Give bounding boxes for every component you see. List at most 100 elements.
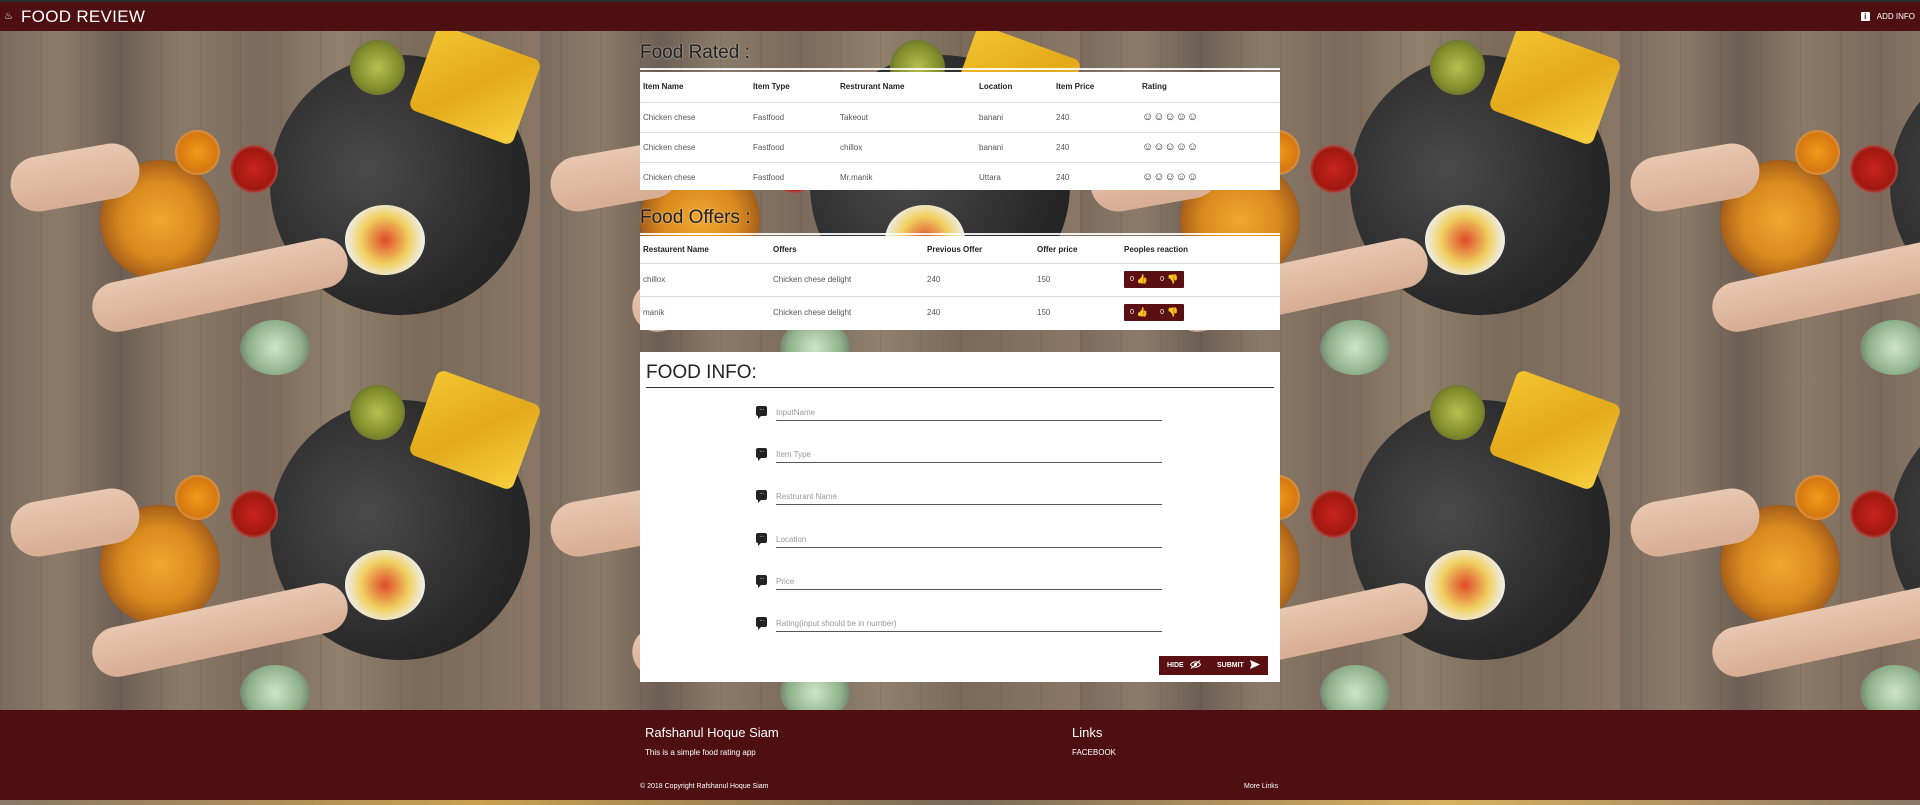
- food-offers-card: Restaurent Name Offers Previous Offer Of…: [640, 236, 1280, 330]
- table-row: Chicken chese Fastfood chillox banani 24…: [640, 131, 1280, 162]
- thumbs-up-icon[interactable]: 👍: [1137, 274, 1148, 285]
- rating-field: ···: [756, 616, 1162, 640]
- location: banani: [976, 101, 1053, 132]
- item-name: Chicken chese: [640, 131, 750, 162]
- background-photo-tile: [1620, 363, 1920, 710]
- restaurant-name: chillox: [837, 131, 976, 162]
- food-info-form: FOOD INFO: ··· ··· ··· ··· ··· ··· HIDE …: [640, 352, 1280, 682]
- brand-title[interactable]: FOOD REVIEW: [21, 7, 145, 27]
- column-header: Item Price: [1056, 82, 1095, 92]
- footer-description: This is a simple food rating app: [645, 748, 756, 757]
- name-field: ···: [756, 405, 1162, 429]
- background-photo-tile: [1620, 30, 1920, 375]
- food-offers-table: Restaurent Name Offers Previous Offer Of…: [640, 236, 1280, 329]
- item-type: Fastfood: [750, 131, 837, 162]
- message-icon: ···: [756, 533, 767, 546]
- message-icon: ···: [756, 448, 767, 461]
- footer-copyright: © 2018 Copyright Rafshanul Hoque Siam: [640, 783, 769, 790]
- item-price: 240: [1053, 161, 1139, 192]
- info-icon: i: [1860, 12, 1870, 21]
- submit-label: SUBMIT: [1217, 662, 1244, 669]
- item-type: Fastfood: [750, 101, 837, 132]
- item-price: 240: [1053, 131, 1139, 162]
- thumbs-down-icon[interactable]: 👎: [1167, 274, 1178, 285]
- restaurant-name: chillox: [640, 262, 770, 296]
- item-type: Fastfood: [750, 161, 837, 192]
- reaction-buttons: 0 👍 0 👎: [1124, 271, 1185, 288]
- footer-links-heading: Links: [1072, 725, 1103, 740]
- item-price: 240: [1053, 101, 1139, 132]
- like-count: 0: [1130, 276, 1134, 283]
- top-navbar: ♨ FOOD REVIEW i ADD INFO: [0, 0, 1920, 31]
- location: Uttara: [976, 161, 1053, 192]
- send-icon: [1249, 660, 1260, 671]
- table-row: manik Chicken chese delight 240 150 0 👍 …: [640, 295, 1280, 329]
- table-row: Chicken chese Fastfood Takeout banani 24…: [640, 101, 1280, 132]
- column-header: Location: [979, 82, 1013, 92]
- food-offers-title: Food Offers :: [640, 207, 751, 228]
- offer-price: 150: [1034, 295, 1121, 329]
- restaurant-field: ···: [756, 489, 1162, 513]
- item-name: Chicken chese: [640, 101, 750, 132]
- divider: [640, 68, 1280, 70]
- more-links-link[interactable]: More Links: [1244, 783, 1278, 790]
- add-info-link[interactable]: i ADD INFO: [1860, 12, 1915, 21]
- add-info-label: ADD INFO: [1876, 12, 1915, 21]
- column-header: Offer price: [1037, 244, 1078, 254]
- column-header: Rating: [1142, 82, 1167, 92]
- restaurant-input[interactable]: [776, 489, 1162, 505]
- item-type-input[interactable]: [776, 447, 1162, 463]
- message-icon: ···: [756, 490, 767, 503]
- footer-author-name: Rafshanul Hoque Siam: [645, 725, 779, 740]
- hide-label: HIDE: [1167, 662, 1184, 669]
- column-header: Restrurant Name: [840, 82, 905, 92]
- name-input[interactable]: [776, 405, 1162, 421]
- rating-input[interactable]: [776, 616, 1162, 632]
- column-header: Restaurent Name: [643, 244, 709, 254]
- food-rated-table: Item Name Item Type Restrurant Name Loca…: [640, 72, 1280, 192]
- footer: Rafshanul Hoque Siam This is a simple fo…: [0, 710, 1920, 800]
- message-icon: ···: [756, 406, 767, 419]
- restaurant-name: manik: [640, 295, 770, 329]
- column-header: Previous Offer: [927, 244, 983, 254]
- thumbs-down-icon[interactable]: 👎: [1167, 307, 1178, 318]
- location-field: ···: [756, 532, 1162, 556]
- restaurant-name: Mr.manik: [837, 161, 976, 192]
- rating-smiley-icons: ☺☺☺☺☺: [1139, 101, 1280, 132]
- item-type-field: ···: [756, 447, 1162, 471]
- column-header: Offers: [773, 244, 797, 254]
- thumbs-up-icon[interactable]: 👍: [1137, 307, 1148, 318]
- hide-button[interactable]: HIDE: [1159, 656, 1209, 675]
- reaction-buttons: 0 👍 0 👎: [1124, 304, 1185, 322]
- location-input[interactable]: [776, 532, 1162, 548]
- table-row: chillox Chicken chese delight 240 150 0 …: [640, 262, 1280, 296]
- food-rated-card: Item Name Item Type Restrurant Name Loca…: [640, 72, 1280, 192]
- column-header: Peoples reaction: [1124, 244, 1189, 254]
- like-count: 0: [1130, 309, 1134, 317]
- previous-offer: 240: [924, 262, 1034, 296]
- previous-offer: 240: [924, 295, 1034, 329]
- divider: [646, 387, 1274, 388]
- column-header: Item Type: [753, 82, 790, 92]
- reaction-cell: 0 👍 0 👎: [1121, 262, 1280, 296]
- dislike-count: 0: [1160, 309, 1165, 317]
- table-header-row: Item Name Item Type Restrurant Name Loca…: [640, 72, 1280, 102]
- table-header-row: Restaurent Name Offers Previous Offer Of…: [640, 236, 1280, 263]
- rating-smiley-icons: ☺☺☺☺☺: [1139, 131, 1280, 162]
- rating-smiley-icons: ☺☺☺☺☺: [1139, 161, 1280, 192]
- price-input[interactable]: [776, 574, 1162, 590]
- food-logo-icon: ♨: [4, 10, 13, 22]
- offer-name: Chicken chese delight: [770, 262, 924, 296]
- restaurant-name: Takeout: [837, 101, 976, 132]
- facebook-link[interactable]: FACEBOOK: [1072, 748, 1116, 757]
- eye-off-icon: [1189, 660, 1201, 671]
- reaction-cell: 0 👍 0 👎: [1121, 295, 1280, 329]
- submit-button[interactable]: SUBMIT: [1209, 656, 1268, 675]
- food-rated-title: Food Rated :: [640, 42, 750, 63]
- offer-price: 150: [1034, 262, 1121, 296]
- price-field: ···: [756, 574, 1162, 598]
- offer-name: Chicken chese delight: [770, 295, 924, 329]
- food-info-title: FOOD INFO:: [646, 362, 757, 383]
- divider: [640, 233, 1280, 235]
- message-icon: ···: [756, 575, 767, 588]
